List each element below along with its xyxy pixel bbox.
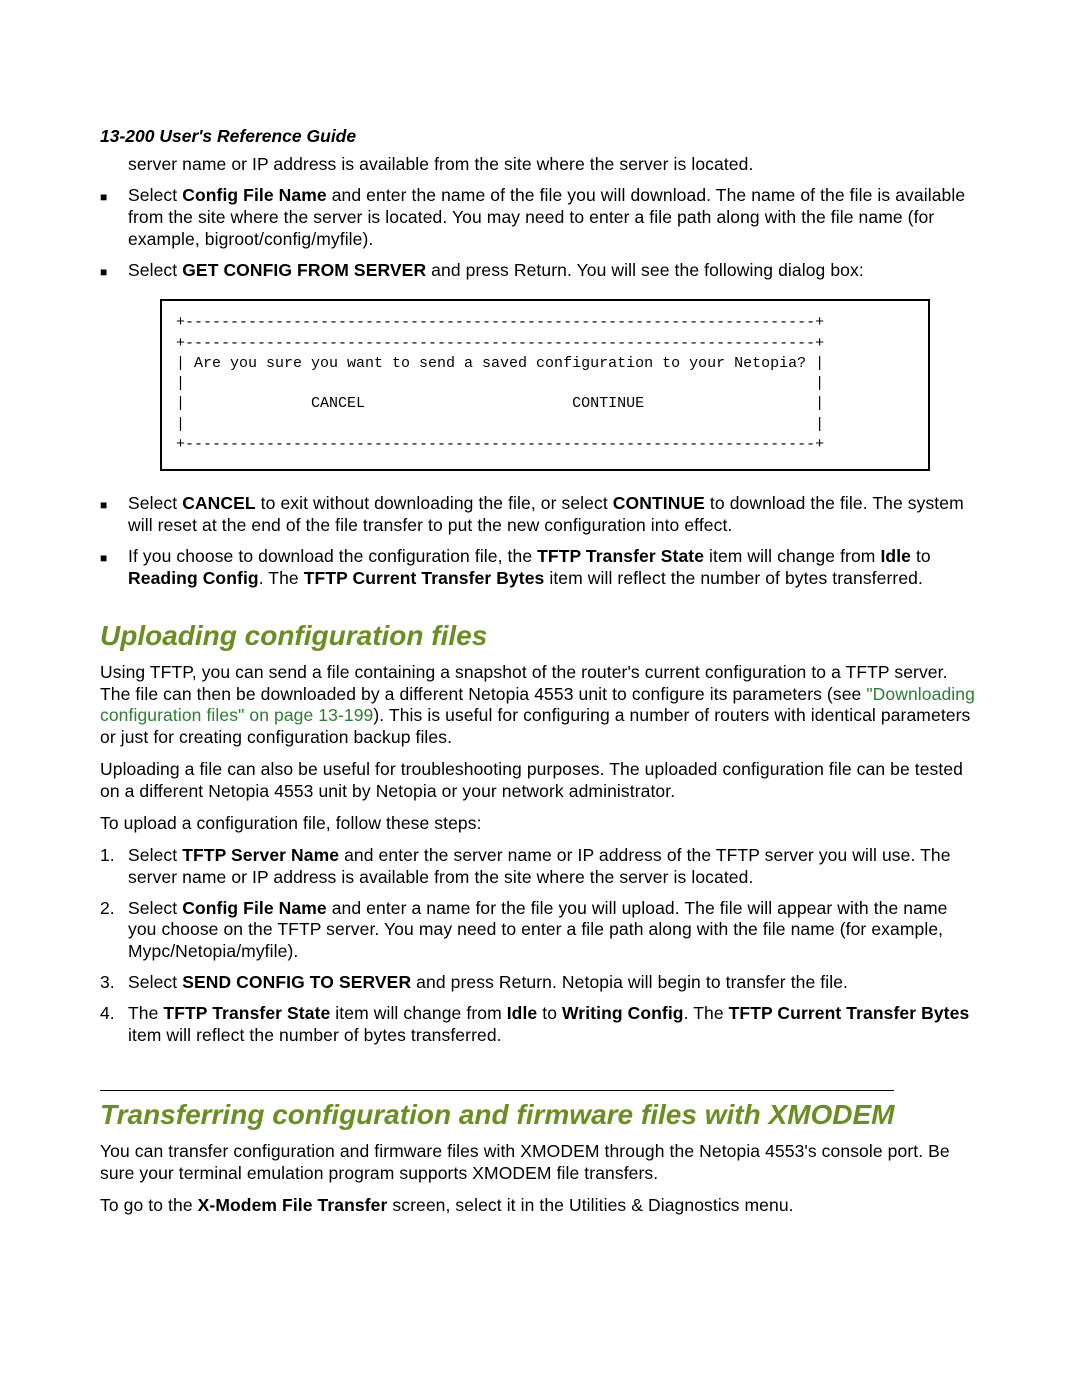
text: Select <box>128 898 182 918</box>
bullet-marker-icon: ■ <box>100 493 128 512</box>
bold-text: Idle <box>507 1003 538 1023</box>
numbered-item: 1. Select TFTP Server Name and enter the… <box>100 845 980 889</box>
bold-text: TFTP Server Name <box>182 845 339 865</box>
num-content: Select SEND CONFIG TO SERVER and press R… <box>128 972 980 994</box>
text: The <box>128 1003 163 1023</box>
upload-paragraph-2: Uploading a file can also be useful for … <box>100 759 980 803</box>
bold-text: CANCEL <box>182 493 256 513</box>
xmodem-paragraph-1: You can transfer configuration and firmw… <box>100 1141 980 1185</box>
num-marker: 1. <box>100 845 128 866</box>
text: . The <box>259 568 304 588</box>
bold-text: TFTP Current Transfer Bytes <box>304 568 545 588</box>
bullet-marker-icon: ■ <box>100 185 128 204</box>
bullet-marker-icon: ■ <box>100 546 128 565</box>
upload-paragraph-1: Using TFTP, you can send a file containi… <box>100 662 980 750</box>
text: to <box>911 546 931 566</box>
bullet-item: ■ If you choose to download the configur… <box>100 546 980 590</box>
text: item will change from <box>704 546 880 566</box>
bold-text: Idle <box>880 546 911 566</box>
text: Select <box>128 845 182 865</box>
text: and press Return. You will see the follo… <box>426 260 864 280</box>
bullet-item: ■ Select GET CONFIG FROM SERVER and pres… <box>100 260 980 282</box>
bold-text: X-Modem File Transfer <box>198 1195 388 1215</box>
text: If you choose to download the configurat… <box>128 546 537 566</box>
xmodem-paragraph-2: To go to the X-Modem File Transfer scree… <box>100 1195 980 1217</box>
bold-text: CONTINUE <box>613 493 705 513</box>
bullet-content: Select Config File Name and enter the na… <box>128 185 980 251</box>
bullet-marker-icon: ■ <box>100 260 128 279</box>
text: item will reflect the number of bytes tr… <box>128 1025 502 1045</box>
bullet-content: If you choose to download the configurat… <box>128 546 980 590</box>
numbered-item: 3. Select SEND CONFIG TO SERVER and pres… <box>100 972 980 994</box>
bold-text: Reading Config <box>128 568 259 588</box>
bullet-item: ■ Select CANCEL to exit without download… <box>100 493 980 537</box>
dialog-ascii: +---------------------------------------… <box>176 313 918 455</box>
text: item will reflect the number of bytes tr… <box>544 568 923 588</box>
text: to <box>537 1003 562 1023</box>
bullet-item: ■ Select Config File Name and enter the … <box>100 185 980 251</box>
document-page: 13-200 User's Reference Guide server nam… <box>0 0 1080 1397</box>
dialog-box-figure: +---------------------------------------… <box>160 299 930 471</box>
upload-paragraph-3: To upload a configuration file, follow t… <box>100 813 980 835</box>
text: To go to the <box>100 1195 198 1215</box>
bold-text: Writing Config <box>562 1003 684 1023</box>
numbered-item: 4. The TFTP Transfer State item will cha… <box>100 1003 980 1047</box>
text: Select <box>128 185 182 205</box>
text: and press Return. Netopia will begin to … <box>411 972 848 992</box>
num-marker: 2. <box>100 898 128 919</box>
page-header: 13-200 User's Reference Guide <box>100 126 980 147</box>
text: . The <box>684 1003 729 1023</box>
bold-text: GET CONFIG FROM SERVER <box>182 260 426 280</box>
text: Select <box>128 972 182 992</box>
text: to exit without downloading the file, or… <box>256 493 613 513</box>
num-content: Select Config File Name and enter a name… <box>128 898 980 964</box>
text: Select <box>128 493 182 513</box>
bold-text: SEND CONFIG TO SERVER <box>182 972 411 992</box>
bullet-content: Select CANCEL to exit without downloadin… <box>128 493 980 537</box>
num-content: Select TFTP Server Name and enter the se… <box>128 845 980 889</box>
section-heading-uploading: Uploading configuration files <box>100 620 980 652</box>
bullet-content: Select GET CONFIG FROM SERVER and press … <box>128 260 980 282</box>
intro-line: server name or IP address is available f… <box>128 154 980 176</box>
section-heading-xmodem-text: Transferring configuration and firmware … <box>100 1099 894 1131</box>
text: Using TFTP, you can send a file containi… <box>100 662 948 704</box>
bold-text: Config File Name <box>182 898 327 918</box>
text: screen, select it in the Utilities & Dia… <box>387 1195 793 1215</box>
num-marker: 3. <box>100 972 128 993</box>
num-marker: 4. <box>100 1003 128 1024</box>
text: item will change from <box>330 1003 506 1023</box>
bold-text: Config File Name <box>182 185 327 205</box>
bold-text: TFTP Transfer State <box>537 546 704 566</box>
num-content: The TFTP Transfer State item will change… <box>128 1003 980 1047</box>
section-heading-xmodem: Transferring configuration and firmware … <box>100 1090 894 1131</box>
numbered-item: 2. Select Config File Name and enter a n… <box>100 898 980 964</box>
bold-text: TFTP Transfer State <box>163 1003 330 1023</box>
text: Select <box>128 260 182 280</box>
bold-text: TFTP Current Transfer Bytes <box>729 1003 970 1023</box>
